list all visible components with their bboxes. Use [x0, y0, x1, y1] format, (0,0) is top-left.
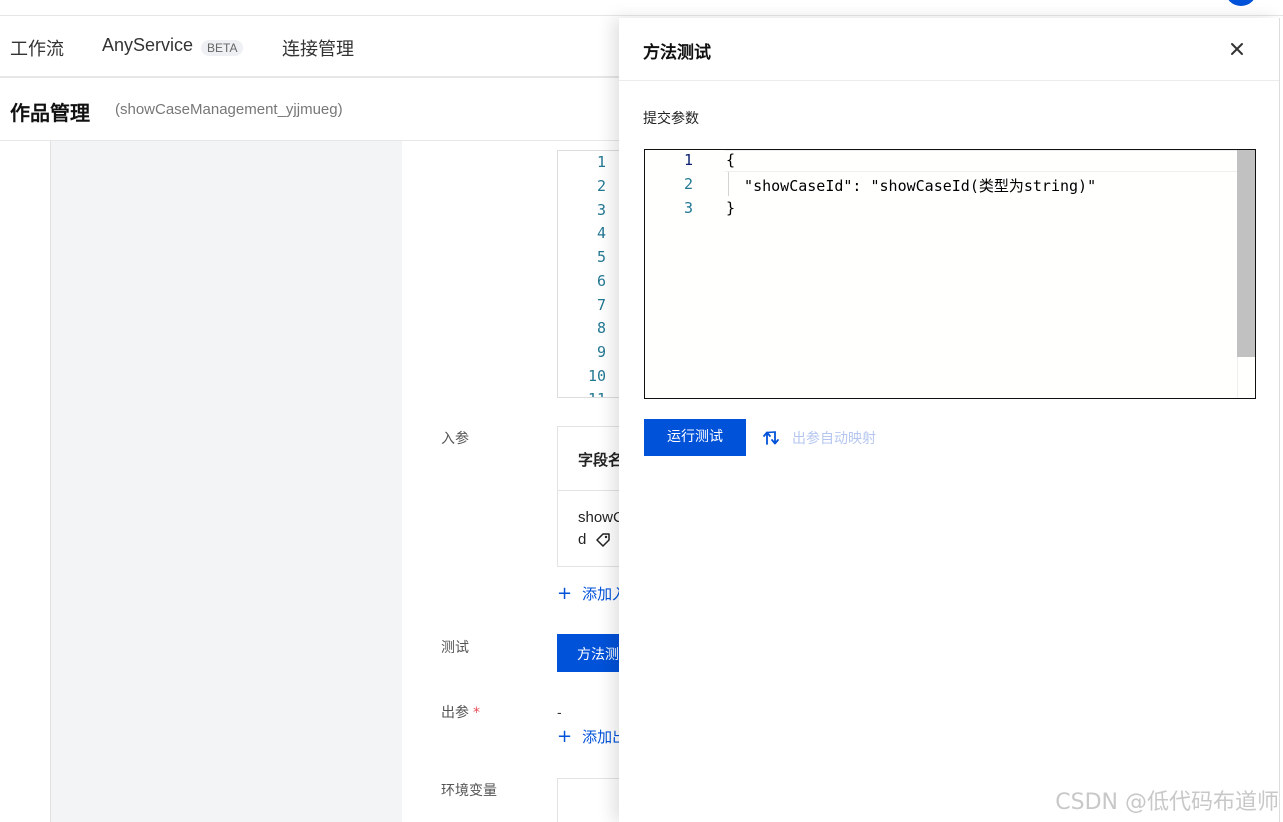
column-header-field-name: 字段名 [578, 451, 624, 469]
swap-arrows-icon [762, 430, 780, 446]
editor-scrollbar[interactable] [1237, 150, 1255, 398]
code-line: { [726, 151, 736, 169]
page-title: 作品管理 [10, 101, 90, 125]
params-out-value: - [557, 704, 562, 720]
line-number: 1 [596, 153, 606, 171]
tag-icon[interactable] [594, 531, 612, 549]
line-number: 10 [587, 367, 606, 385]
auto-map-output-link[interactable]: 出参自动映射 [762, 428, 876, 448]
line-number: 2 [683, 175, 693, 193]
page-subtitle: (showCaseManagement_yjjmueg) [115, 101, 343, 118]
line-number: 7 [596, 296, 606, 314]
table-cell: showC [578, 509, 624, 526]
method-test-drawer: 方法测试 提交参数 1 2 3 { "showCaseId": "showCas… [619, 18, 1279, 822]
label-test: 测试 [441, 640, 469, 656]
label-params-out-text: 出参 [441, 705, 469, 721]
close-button[interactable] [1227, 39, 1247, 59]
code-line: } [726, 199, 736, 217]
current-line-highlight [725, 150, 1237, 172]
params-code-editor[interactable]: 1 2 3 { "showCaseId": "showCaseId(类型为str… [644, 149, 1256, 399]
add-param-in-link[interactable]: + 添加入 [557, 583, 627, 604]
line-number: 6 [596, 272, 606, 290]
label-params-out: 出参 * [441, 705, 480, 721]
line-number: 3 [596, 201, 606, 219]
line-number: 2 [596, 177, 606, 195]
nav-item-workflow[interactable]: 工作流 [10, 35, 64, 61]
watermark: CSDN @低代码布道师 [1055, 790, 1279, 815]
nav-item-anyservice[interactable]: AnyService [102, 35, 193, 56]
auto-map-output-label: 出参自动映射 [792, 431, 876, 447]
add-param-out-link[interactable]: + 添加出 [557, 726, 627, 747]
nav-item-connections[interactable]: 连接管理 [282, 35, 354, 61]
page-edge [1279, 18, 1283, 822]
left-rail [0, 141, 51, 822]
submit-params-label: 提交参数 [643, 111, 699, 127]
top-bar [0, 0, 1283, 16]
left-panel [51, 141, 402, 822]
close-icon [1231, 43, 1243, 55]
line-number: 4 [596, 224, 606, 242]
line-number: 3 [683, 199, 693, 217]
avatar[interactable] [1225, 0, 1257, 6]
code-line: "showCaseId": "showCaseId(类型为string)" [726, 177, 1097, 195]
scrollbar-thumb[interactable] [1237, 150, 1255, 357]
plus-icon: + [557, 726, 573, 747]
plus-icon: + [557, 583, 573, 604]
line-number: 11 [566, 390, 606, 397]
drawer-header: 方法测试 [619, 18, 1279, 81]
label-env-vars: 环境变量 [441, 783, 497, 799]
label-params-in: 入参 [441, 431, 469, 447]
line-number: 8 [596, 319, 606, 337]
drawer-title: 方法测试 [643, 43, 711, 63]
table-cell: d [578, 531, 587, 548]
line-number: 9 [596, 343, 606, 361]
run-test-button[interactable]: 运行测试 [644, 419, 746, 456]
line-number: 5 [596, 248, 606, 266]
line-number: 1 [683, 151, 693, 169]
beta-badge: BETA [201, 40, 244, 56]
